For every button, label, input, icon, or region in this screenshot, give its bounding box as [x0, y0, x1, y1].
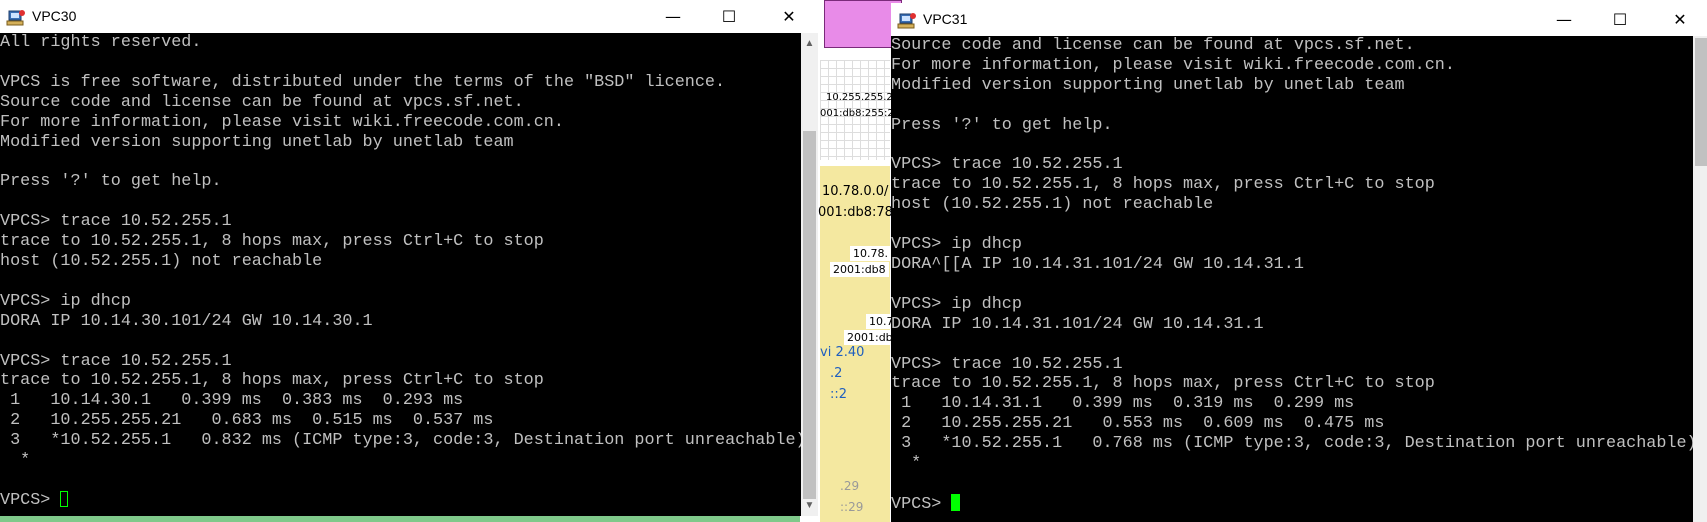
- terminal-line: VPCS> trace 10.52.255.1: [891, 354, 1123, 374]
- terminal-line: VPCS> trace 10.52.255.1: [0, 212, 232, 232]
- terminal-line: trace to 10.52.255.1, 8 hops max, press …: [891, 374, 1435, 394]
- bg-label: 10.78.0.0/: [822, 184, 889, 199]
- terminal-line: 1 10.14.31.1 0.399 ms 0.319 ms 0.299 ms: [891, 394, 1355, 414]
- scroll-up-icon[interactable]: ▲: [801, 35, 818, 52]
- title-bar[interactable]: VPC31 — ☐ ✕: [891, 3, 1707, 36]
- minimize-icon[interactable]: —: [1541, 7, 1587, 33]
- terminal-window-vpc30[interactable]: VPC30 — ☐ ✕ All rights reserved. VPCS is…: [0, 0, 818, 516]
- app-icon: [897, 13, 916, 29]
- terminal-line: 3 *10.52.255.1 0.832 ms (ICMP type:3, co…: [0, 431, 801, 451]
- terminal-line: Press '?' to get help.: [891, 115, 1113, 135]
- minimize-icon[interactable]: —: [650, 4, 696, 30]
- terminal-line: DORA^[[A IP 10.14.31.101/24 GW 10.14.31.…: [891, 254, 1304, 274]
- terminal-line: Press '?' to get help.: [0, 172, 222, 192]
- terminal-line: For more information, please visit wiki.…: [891, 55, 1455, 75]
- bg-label: ::2: [830, 387, 848, 402]
- scroll-thumb[interactable]: [1695, 38, 1707, 166]
- terminal-line: 2 10.255.255.21 0.683 ms 0.515 ms 0.537 …: [0, 411, 494, 431]
- terminal-line: For more information, please visit wiki.…: [0, 112, 564, 132]
- bg-label: 10.78.: [850, 246, 891, 261]
- terminal-line: VPCS> ip dhcp: [891, 235, 1022, 255]
- terminal-line: trace to 10.52.255.1, 8 hops max, press …: [0, 232, 544, 252]
- terminal-line: Source code and license can be found at …: [891, 36, 1415, 55]
- terminal-line: VPCS is free software, distributed under…: [0, 72, 726, 92]
- terminal-line: Source code and license can be found at …: [0, 92, 524, 112]
- bg-label: ::29: [840, 500, 864, 514]
- terminal-line: DORA IP 10.14.30.101/24 GW 10.14.30.1: [0, 311, 373, 331]
- terminal-line: 1 10.14.30.1 0.399 ms 0.383 ms 0.293 ms: [0, 391, 464, 411]
- maximize-icon[interactable]: ☐: [1597, 7, 1643, 33]
- app-icon: [6, 10, 25, 26]
- bg-label: 2001:db8: [830, 262, 889, 277]
- terminal-line: 3 *10.52.255.1 0.768 ms (ICMP type:3, co…: [891, 434, 1693, 454]
- terminal-line: VPCS> trace 10.52.255.1: [891, 155, 1123, 175]
- close-icon[interactable]: ✕: [766, 4, 812, 30]
- bg-label: 10.255.255.2: [826, 92, 893, 103]
- terminal-line: Modified version supporting unetlab by u…: [0, 132, 514, 152]
- terminal-line: DORA IP 10.14.31.101/24 GW 10.14.31.1: [891, 314, 1264, 334]
- terminal-window-vpc31[interactable]: VPC31 — ☐ ✕ Source code and license can …: [891, 3, 1707, 522]
- terminal-line: host (10.52.255.1) not reachable: [0, 251, 323, 271]
- scroll-thumb[interactable]: [803, 131, 816, 499]
- text-cursor: [951, 493, 961, 511]
- terminal-text[interactable]: All rights reserved. VPCS is free softwa…: [0, 33, 801, 511]
- terminal-text[interactable]: Source code and license can be found at …: [891, 36, 1693, 515]
- window-title: VPC30: [32, 8, 77, 24]
- scroll-down-icon[interactable]: ▼: [801, 497, 818, 514]
- bg-label: 2001:db: [844, 330, 896, 345]
- terminal-output[interactable]: Source code and license can be found at …: [891, 36, 1693, 522]
- terminal-line: Modified version supporting unetlab by u…: [891, 75, 1405, 95]
- terminal-line: *: [891, 454, 922, 474]
- window-title: VPC31: [923, 11, 968, 27]
- terminal-line: VPCS> trace 10.52.255.1: [0, 351, 232, 371]
- terminal-output[interactable]: All rights reserved. VPCS is free softwa…: [0, 33, 801, 516]
- terminal-line: *: [0, 451, 31, 471]
- bg-label: .2: [830, 366, 843, 381]
- terminal-line: host (10.52.255.1) not reachable: [891, 195, 1214, 215]
- bg-label: .29: [840, 479, 860, 493]
- terminal-line: VPCS> ip dhcp: [0, 291, 131, 311]
- terminal-line: 2 10.255.255.21 0.553 ms 0.609 ms 0.475 …: [891, 414, 1385, 434]
- terminal-line: trace to 10.52.255.1, 8 hops max, press …: [0, 371, 544, 391]
- terminal-line: VPCS> ip dhcp: [891, 294, 1022, 314]
- bg-label: vi 2.40: [820, 345, 865, 360]
- close-icon[interactable]: ✕: [1657, 7, 1703, 33]
- command-prompt[interactable]: VPCS>: [891, 495, 951, 514]
- title-bar[interactable]: VPC30 — ☐ ✕: [0, 0, 818, 33]
- text-cursor: [60, 490, 69, 507]
- maximize-icon[interactable]: ☐: [706, 4, 752, 30]
- vertical-scrollbar[interactable]: ▲ ▼: [801, 33, 818, 516]
- command-prompt[interactable]: VPCS>: [0, 491, 60, 510]
- bg-label: 001:db8:78: [818, 205, 893, 220]
- vertical-scrollbar[interactable]: [1693, 36, 1707, 522]
- terminal-line: All rights reserved.: [0, 33, 202, 52]
- terminal-line: trace to 10.52.255.1, 8 hops max, press …: [891, 175, 1435, 195]
